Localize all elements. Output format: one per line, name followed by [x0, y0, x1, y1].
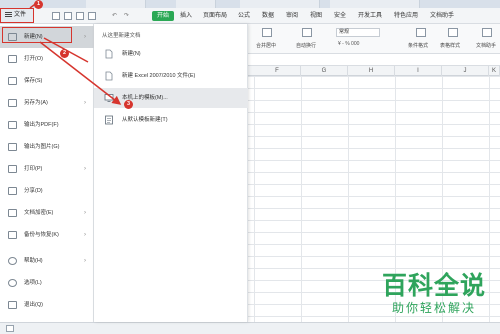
step-badge-3: 3: [124, 100, 133, 109]
annotation-arrow: [39, 41, 122, 105]
step-badge-2: 2: [60, 49, 69, 58]
watermark-subtitle: 助你轻松解决: [391, 301, 476, 315]
watermark-title: 百科全说: [381, 272, 486, 300]
step-badge-1: 1: [34, 0, 43, 9]
watermark: 百科全说 助你轻松解决: [374, 272, 494, 316]
